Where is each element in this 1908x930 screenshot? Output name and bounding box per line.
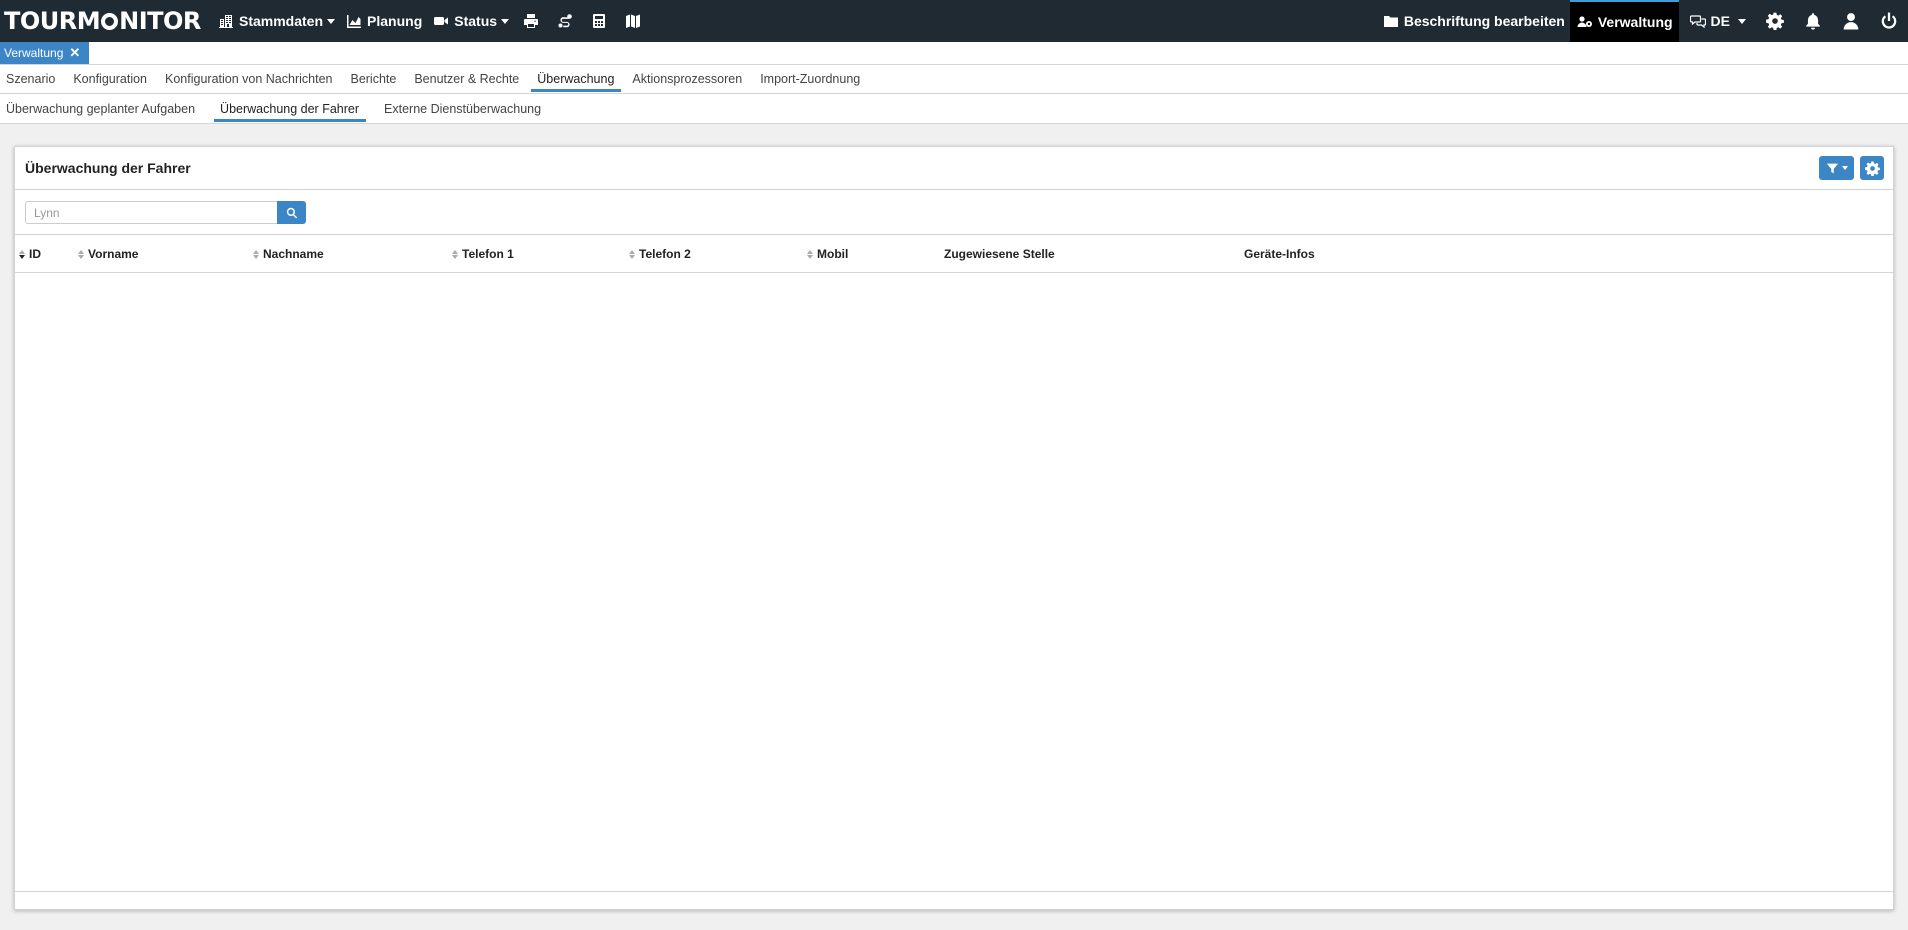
chart-area-icon bbox=[345, 12, 363, 30]
panel-actions bbox=[1813, 156, 1884, 180]
print-icon bbox=[524, 14, 539, 28]
app-logo[interactable]: TOURM NITOR bbox=[0, 7, 212, 35]
users-cog-icon bbox=[1576, 13, 1594, 31]
nav-planung[interactable]: Planung bbox=[340, 0, 427, 42]
sort-icon bbox=[253, 249, 260, 259]
column-header-mobil[interactable]: Mobil bbox=[807, 235, 848, 273]
map-icon bbox=[626, 14, 641, 28]
nav-verwaltung[interactable]: Verwaltung bbox=[1569, 0, 1679, 42]
route-button[interactable] bbox=[548, 0, 582, 42]
bell-icon bbox=[1806, 13, 1820, 30]
map-button[interactable] bbox=[616, 0, 650, 42]
folder-icon bbox=[1382, 12, 1400, 30]
filter-icon bbox=[1826, 163, 1838, 173]
filter-button[interactable] bbox=[1819, 156, 1854, 180]
sort-icon bbox=[807, 249, 814, 259]
menu-item-ueberwachung[interactable]: Überwachung bbox=[531, 65, 622, 93]
sort-icon bbox=[629, 249, 636, 259]
menu-item-benutzer-rechte[interactable]: Benutzer & Rechte bbox=[408, 65, 526, 93]
sort-icon bbox=[78, 249, 85, 259]
nav-status[interactable]: Status bbox=[427, 0, 514, 42]
chevron-down-icon bbox=[1738, 18, 1746, 24]
admin-menu: Szenario Konfiguration Konfiguration von… bbox=[0, 65, 1908, 94]
table-header: ID Vorname Nachname Telefon 1 Telefon 2 … bbox=[15, 235, 1893, 273]
logout-button[interactable] bbox=[1870, 0, 1908, 42]
driver-monitoring-panel: Überwachung der Fahrer ID Vorname N bbox=[14, 146, 1894, 910]
route-icon bbox=[558, 14, 572, 28]
menu-item-konfiguration-nachrichten[interactable]: Konfiguration von Nachrichten bbox=[159, 65, 339, 93]
column-header-geraete-infos: Geräte-Infos bbox=[1244, 247, 1315, 261]
submenu-item-externe-dienste[interactable]: Externe Dienstüberwachung bbox=[378, 94, 548, 123]
sort-icon bbox=[452, 249, 459, 259]
search-bar bbox=[15, 190, 1893, 235]
open-tab-verwaltung[interactable]: Verwaltung ✕ bbox=[0, 42, 90, 64]
user-button[interactable] bbox=[1832, 0, 1870, 42]
notifications-button[interactable] bbox=[1794, 0, 1832, 42]
chevron-down-icon bbox=[1841, 166, 1848, 170]
search-button[interactable] bbox=[277, 201, 306, 224]
menu-item-import-zuordnung[interactable]: Import-Zuordnung bbox=[754, 65, 867, 93]
language-selector[interactable]: DE bbox=[1679, 0, 1756, 42]
gear-icon bbox=[1864, 160, 1880, 176]
open-tabs-bar: Verwaltung ✕ bbox=[0, 42, 1908, 65]
user-icon bbox=[1843, 13, 1859, 30]
menu-item-konfiguration[interactable]: Konfiguration bbox=[67, 65, 154, 93]
menu-item-aktionsprozessoren[interactable]: Aktionsprozessoren bbox=[626, 65, 749, 93]
video-camera-icon bbox=[432, 12, 450, 30]
power-icon bbox=[1881, 12, 1897, 29]
main-nav: Stammdaten Planung Status bbox=[212, 0, 650, 42]
menu-item-berichte[interactable]: Berichte bbox=[344, 65, 403, 93]
panel-footer bbox=[15, 891, 1893, 909]
column-header-id[interactable]: ID bbox=[19, 235, 41, 273]
open-tab-label: Verwaltung bbox=[4, 46, 64, 60]
column-header-zugewiesene-stelle: Zugewiesene Stelle bbox=[944, 247, 1055, 261]
edit-labels-button[interactable]: Beschriftung bearbeiten bbox=[1377, 0, 1570, 42]
table-body bbox=[15, 273, 1893, 891]
right-nav: Beschriftung bearbeiten Verwaltung DE bbox=[1377, 0, 1908, 42]
panel-header: Überwachung der Fahrer bbox=[15, 147, 1893, 190]
column-header-vorname[interactable]: Vorname bbox=[78, 235, 138, 273]
submenu-item-fahrer[interactable]: Überwachung der Fahrer bbox=[214, 94, 366, 123]
column-header-telefon2[interactable]: Telefon 2 bbox=[629, 235, 691, 273]
panel-settings-button[interactable] bbox=[1860, 156, 1884, 180]
chevron-down-icon bbox=[327, 18, 336, 24]
submenu-item-geplante-aufgaben[interactable]: Überwachung geplanter Aufgaben bbox=[0, 94, 202, 123]
building-icon bbox=[217, 12, 235, 30]
calculator-button[interactable] bbox=[582, 0, 616, 42]
search-input[interactable] bbox=[25, 201, 278, 224]
comments-icon bbox=[1689, 12, 1707, 30]
top-navbar: TOURM NITOR Stammdaten Planung Status Be… bbox=[0, 0, 1908, 42]
close-icon[interactable]: ✕ bbox=[69, 45, 80, 61]
search-icon bbox=[286, 207, 297, 218]
sort-icon bbox=[19, 249, 26, 259]
settings-button[interactable] bbox=[1756, 0, 1794, 42]
menu-item-szenario[interactable]: Szenario bbox=[0, 65, 62, 93]
chevron-down-icon bbox=[501, 18, 510, 24]
gear-icon bbox=[1766, 12, 1784, 30]
column-header-nachname[interactable]: Nachname bbox=[253, 235, 324, 273]
print-button[interactable] bbox=[514, 0, 548, 42]
monitoring-submenu: Überwachung geplanter Aufgaben Überwachu… bbox=[0, 94, 1908, 124]
calculator-icon bbox=[593, 14, 606, 28]
nav-stammdaten[interactable]: Stammdaten bbox=[212, 0, 340, 42]
column-header-telefon1[interactable]: Telefon 1 bbox=[452, 235, 514, 273]
panel-title: Überwachung der Fahrer bbox=[25, 160, 191, 176]
